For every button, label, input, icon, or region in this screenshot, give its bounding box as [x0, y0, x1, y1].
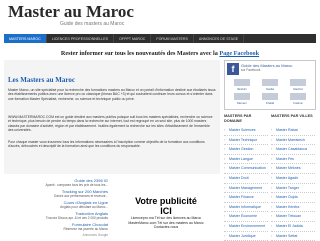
nav-masters-maroc[interactable]: MASTERS MAROC — [4, 34, 47, 43]
ads-section: Guide des 2396 IG Apank : comparez tous … — [4, 178, 220, 240]
ad-text: Réservez ma journée au Maroc — [63, 227, 108, 231]
promo-heading: Votre publicité — [135, 196, 197, 206]
nav-ofppt[interactable]: OFPPT MAROC — [114, 34, 152, 43]
promo-heading-ici: ICI — [160, 206, 172, 216]
ad-item[interactable]: Formulaire Chocolat Réservez ma journée … — [6, 222, 108, 231]
facebook-announcement: Rester informer sur tous les nouveautés … — [4, 50, 316, 57]
domain-link[interactable]: Master Droit — [224, 174, 268, 184]
avatar — [234, 93, 250, 100]
facebook-like-box: f Guide des Masters au Maroc sur Faceboo… — [224, 60, 316, 110]
city-link[interactable]: Master Fès — [271, 155, 315, 165]
ad-text: Apank : comparez tous les prix de tous l… — [45, 183, 108, 187]
facebook-icon[interactable]: f — [227, 63, 239, 75]
domain-link[interactable]: Master Sciences — [224, 126, 268, 136]
sidebar: f Guide des Masters au Maroc sur Faceboo… — [224, 60, 316, 241]
site-header: Master au Maroc Guide des masters au Mar… — [0, 0, 320, 34]
main-content: Les Masters au Maroc Master Maroc, un si… — [4, 60, 220, 240]
facebook-fans: Ibrahim Nadia Rachid Meriem Khalid Fatim… — [229, 79, 313, 107]
article-paragraph: Pour chaque master vous trouverez tous l… — [8, 140, 205, 149]
city-link[interactable]: Master Tanger — [271, 184, 315, 194]
ad-item[interactable]: Guide des 2396 IG Apank : comparez tous … — [6, 178, 108, 187]
city-link[interactable]: Master Rabat — [271, 126, 315, 136]
domain-link[interactable]: Master Gestion — [224, 145, 268, 155]
city-list: Master Rabat Master Marrakech Master Cas… — [271, 126, 315, 241]
city-link[interactable]: Master Agadir — [271, 174, 315, 184]
domain-link[interactable]: Master Informatique — [224, 203, 268, 213]
domain-link[interactable]: Master Finance — [224, 193, 268, 203]
city-link[interactable]: Master El Jadida — [271, 222, 315, 232]
city-link[interactable]: Master Kénitra — [271, 203, 315, 213]
ad-item[interactable]: Tracking sur 200 Marchés Suivez aux perf… — [6, 189, 108, 198]
avatar — [262, 93, 278, 100]
avatar — [290, 79, 306, 86]
intro-article: Les Masters au Maroc Master Maroc, un si… — [4, 60, 220, 174]
article-paragraph: WWW.MASTERMAROC.COM est un guide destiné… — [8, 115, 213, 133]
domain-link[interactable]: Master Technique — [224, 136, 268, 146]
main-navigation: MASTERS MAROC LICENCES PROFESSIONNELLES … — [4, 34, 316, 43]
avatar — [234, 79, 250, 86]
ad-item[interactable]: Cours d'Anglais en Ligne Anglais pour dé… — [6, 200, 108, 209]
promo-contact[interactable]: Contactez-nous — [114, 225, 218, 230]
ad-text: Anglais pour débutant au Maroc... — [60, 205, 108, 209]
city-heading: MASTERS PAR VILLES — [271, 114, 313, 118]
ads-attribution[interactable]: Annonces Google — [6, 233, 108, 237]
google-ads-list: Guide des 2396 IG Apank : comparez tous … — [6, 178, 108, 237]
site-tagline: Guide des masters au Maroc — [60, 21, 125, 27]
domain-link[interactable]: Master Management — [224, 184, 268, 194]
city-link[interactable]: Master Meknès — [271, 164, 315, 174]
domain-heading: MASTERS PAR DOMAINE — [224, 114, 252, 123]
city-link[interactable]: Master Tétouan — [271, 212, 315, 222]
ad-item[interactable]: Traduction Anglais Trouvez Discus apr. &… — [6, 211, 108, 220]
city-link[interactable]: Master Marrakech — [271, 136, 315, 146]
site-title[interactable]: Master au Maroc — [8, 2, 134, 22]
avatar — [290, 93, 306, 100]
facebook-fan[interactable]: Rachid — [285, 79, 311, 91]
facebook-fan[interactable]: Nadia — [257, 79, 283, 91]
advertise-here-box[interactable]: Votre publicité ICI Licencepro.ma Tél su… — [114, 196, 218, 230]
facebook-page-link[interactable]: Page Facebook — [219, 50, 259, 57]
avatar — [262, 79, 278, 86]
ad-text: Trouvez Discus apr. &l et ces 2 000 prod… — [45, 216, 108, 220]
nav-licences[interactable]: LICENCES PROFESSIONNELLES — [47, 34, 115, 43]
domain-link[interactable]: Master Environnement — [224, 222, 268, 232]
domain-link[interactable]: Master Langue — [224, 155, 268, 165]
facebook-subtitle: sur Facebook — [241, 68, 261, 72]
city-link[interactable]: Master Oujda — [271, 193, 315, 203]
domain-link[interactable]: Master Communication — [224, 164, 268, 174]
article-paragraph: Master Maroc, un site spécialisé pour la… — [8, 88, 216, 101]
facebook-fan[interactable]: Khalid — [257, 93, 283, 105]
domain-link[interactable]: Master Économie — [224, 212, 268, 222]
city-link[interactable]: Master Casablanca — [271, 145, 315, 155]
nav-stage[interactable]: ANNONCES DE STAGE — [194, 34, 245, 43]
facebook-fan[interactable]: Meriem — [229, 93, 255, 105]
nav-forum[interactable]: FORUM MASTERS — [151, 34, 194, 43]
domain-list: Master Sciences Master Technique Master … — [224, 126, 268, 241]
ad-text: Suivez aux performances et recevoir... — [53, 194, 108, 198]
facebook-fan[interactable]: Ibrahim — [229, 79, 255, 91]
announcement-text: Rester informer sur tous les nouveautés … — [60, 50, 218, 57]
article-title: Les Masters au Maroc — [8, 76, 75, 84]
facebook-fan[interactable]: Fatima — [285, 93, 311, 105]
